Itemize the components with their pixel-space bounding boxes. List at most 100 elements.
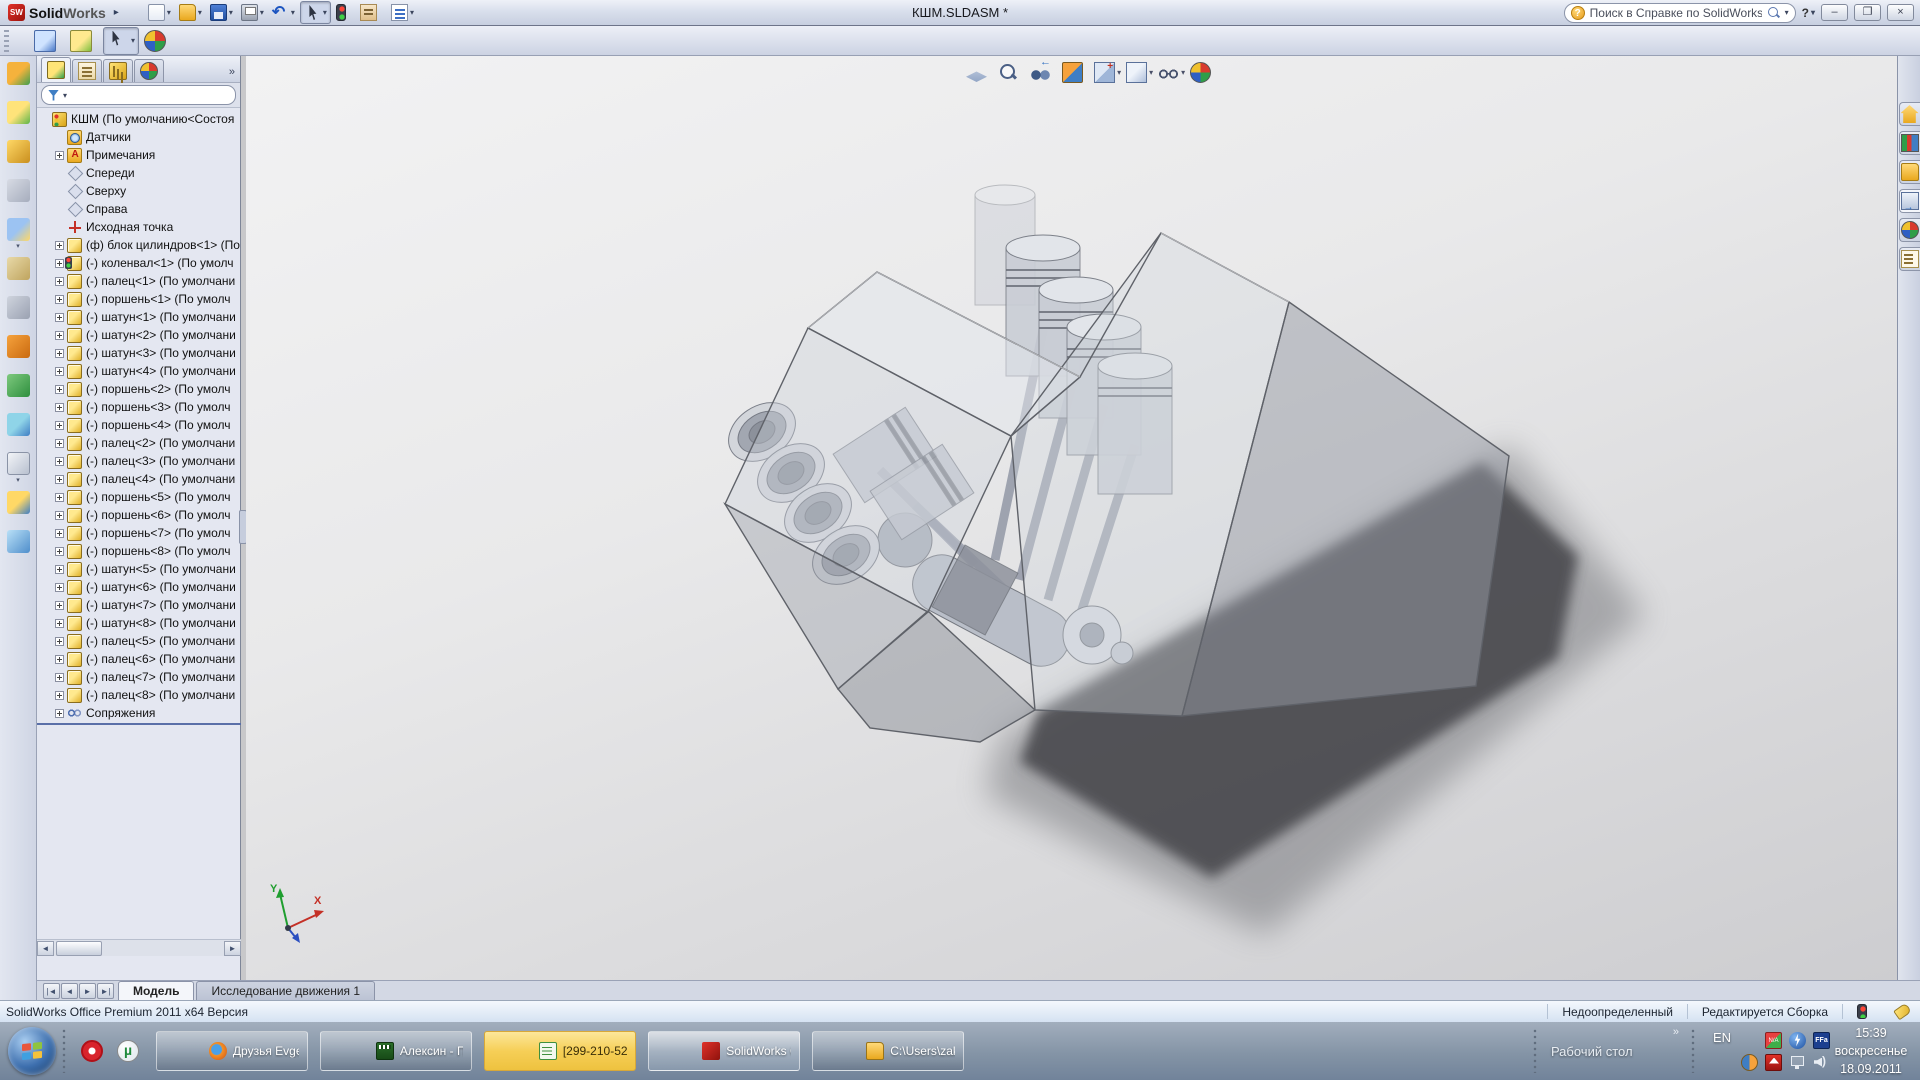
tray-icon[interactable] [1741, 1054, 1758, 1071]
menu-expand-arrow-icon[interactable]: ▸ [114, 7, 119, 18]
tree-item[interactable]: (-) палец<7> (По умолчани [37, 668, 241, 686]
toolbar-button[interactable]: ▾ [300, 1, 331, 24]
tree-item[interactable]: (-) шатун<7> (По умолчани [37, 596, 241, 614]
panel-horizontal-scrollbar[interactable]: ◄ ► [37, 939, 241, 956]
expand-toggle[interactable] [55, 151, 64, 160]
view-tool-button[interactable]: ▾ [1030, 62, 1057, 83]
tree-item[interactable]: (-) палец<2> (По умолчани [37, 434, 241, 452]
flyout-caret-icon[interactable]: ▾ [16, 476, 20, 484]
tree-item[interactable]: Сверху [37, 182, 241, 200]
dropdown-caret-icon[interactable]: ▾ [1149, 68, 1153, 77]
filter-caret-icon[interactable]: ▾ [63, 91, 67, 100]
task-pane-tab[interactable] [1899, 189, 1920, 213]
tree-item[interactable]: (-) поршень<4> (По умолч [37, 416, 241, 434]
tree-item[interactable]: (-) поршень<5> (По умолч [37, 488, 241, 506]
taskbar-window-button[interactable]: SolidWorks Office Pr... [648, 1031, 800, 1071]
tree-item[interactable]: (-) палец<6> (По умолчани [37, 650, 241, 668]
toolbar-button[interactable]: ▾ [141, 28, 175, 54]
expand-toggle[interactable] [55, 385, 64, 394]
minimize-button[interactable]: – [1821, 4, 1848, 21]
assembly-tool-icon[interactable] [7, 374, 30, 397]
expand-toggle[interactable] [55, 295, 64, 304]
tree-item[interactable]: (-) коленвал<1> (По умолч [37, 254, 241, 272]
toolbar-button[interactable]: ▾ [388, 2, 417, 23]
tree-item[interactable]: Исходная точка [37, 218, 241, 236]
tray-icon[interactable] [1765, 1054, 1782, 1071]
task-pane-tab[interactable] [1899, 218, 1920, 242]
toolbar-chevron-icon[interactable]: » [1673, 1026, 1679, 1038]
view-tool-button[interactable]: ▾ [1190, 62, 1217, 83]
toolbar-button[interactable]: ▾ [238, 2, 267, 23]
dropdown-caret-icon[interactable]: ▾ [167, 8, 171, 17]
assembly-tool-icon[interactable] [7, 62, 30, 85]
tree-item[interactable]: (ф) блок цилиндров<1> (По [37, 236, 241, 254]
expand-toggle[interactable] [55, 367, 64, 376]
toolbar-grip[interactable] [4, 30, 9, 52]
toolbar-divider-grip[interactable] [1691, 1029, 1697, 1073]
toolbar-button[interactable]: ▾ [176, 2, 205, 23]
dropdown-caret-icon[interactable]: ▾ [291, 8, 295, 17]
tree-item[interactable]: (-) поршень<8> (По умолч [37, 542, 241, 560]
graphics-viewport[interactable]: ▾ ▾ ▾ ▾ ▾ ▾ [246, 56, 1897, 980]
utorrent-quicklaunch-icon[interactable] [117, 1040, 139, 1062]
expand-toggle[interactable] [55, 313, 64, 322]
assembly-tool-icon[interactable] [7, 296, 30, 319]
task-pane-tab[interactable] [1899, 160, 1920, 184]
taskbar-window-button[interactable]: Алексин - Пьяная.... [320, 1031, 472, 1071]
scroll-thumb[interactable] [56, 941, 102, 956]
flyout-caret-icon[interactable]: ▾ [16, 242, 20, 250]
tree-item[interactable]: (-) палец<8> (По умолчани [37, 686, 241, 704]
expand-toggle[interactable] [55, 457, 64, 466]
tree-item[interactable]: (-) поршень<1> (По умолч [37, 290, 241, 308]
taskbar-clock[interactable]: 15:39 воскресенье 18.09.2011 [1830, 1024, 1920, 1078]
view-tool-button[interactable]: ▾ [966, 62, 993, 83]
tree-item[interactable]: (-) шатун<6> (По умолчани [37, 578, 241, 596]
expand-toggle[interactable] [55, 241, 64, 250]
assembly-tool-icon[interactable] [7, 179, 30, 202]
expand-toggle[interactable] [55, 619, 64, 628]
dropdown-caret-icon[interactable]: ▾ [323, 8, 327, 17]
tag-icon[interactable] [1881, 1004, 1920, 1019]
toolbar-button[interactable]: ▾ [269, 2, 298, 23]
expand-toggle[interactable] [55, 421, 64, 430]
dropdown-caret-icon[interactable]: ▾ [131, 36, 135, 45]
search-input[interactable]: Поиск в Справке по SolidWorks [1590, 6, 1762, 20]
tree-item[interactable]: (-) шатун<5> (По умолчани [37, 560, 241, 578]
taskbar-window-button[interactable]: C:\Users\zak\Deskto... [812, 1031, 964, 1071]
document-view-tab[interactable]: Модель [118, 981, 194, 1000]
toolbar-button[interactable]: ▾ [357, 2, 386, 23]
toolbar-button[interactable]: ▾ [207, 2, 236, 23]
start-button[interactable] [8, 1027, 56, 1075]
opera-quicklaunch-icon[interactable] [81, 1040, 103, 1062]
expand-toggle[interactable] [55, 583, 64, 592]
tree-item[interactable]: Примечания [37, 146, 241, 164]
expand-toggle[interactable] [55, 673, 64, 682]
expand-toggle[interactable] [55, 331, 64, 340]
assembly-tool-icon[interactable] [7, 257, 30, 280]
toolbar-divider-grip[interactable] [1533, 1029, 1539, 1073]
dropdown-caret-icon[interactable]: ▾ [410, 8, 414, 17]
expand-toggle[interactable] [55, 529, 64, 538]
tray-icon[interactable]: FFa [1813, 1032, 1830, 1049]
search-icon[interactable] [1767, 6, 1780, 19]
app-logo[interactable]: SW SolidWorks ▸ [0, 0, 127, 25]
expand-toggle[interactable] [55, 691, 64, 700]
scroll-right-button[interactable]: ► [224, 941, 241, 956]
toolbar-button[interactable]: ▾ [67, 28, 101, 54]
expand-toggle[interactable] [55, 277, 64, 286]
dropdown-caret-icon[interactable]: ▾ [1117, 68, 1121, 77]
tree-item[interactable]: Сопряжения [37, 704, 241, 722]
tree-item[interactable]: (-) поршень<7> (По умолч [37, 524, 241, 542]
expand-toggle[interactable] [55, 511, 64, 520]
tree-item[interactable]: (-) палец<1> (По умолчани [37, 272, 241, 290]
panel-tab[interactable] [134, 59, 164, 82]
expand-toggle[interactable] [55, 403, 64, 412]
assembly-tool-icon[interactable] [7, 530, 30, 553]
assembly-tool-icon[interactable] [7, 491, 30, 514]
toolbar-button[interactable]: ▾ [31, 28, 65, 54]
assembly-tool-icon[interactable] [7, 101, 30, 124]
restore-button[interactable]: ❐ [1854, 4, 1881, 21]
dropdown-caret-icon[interactable]: ▾ [1181, 68, 1185, 77]
tab-nav-button[interactable]: ►| [97, 983, 114, 999]
assembly-tool-icon[interactable] [7, 218, 30, 241]
